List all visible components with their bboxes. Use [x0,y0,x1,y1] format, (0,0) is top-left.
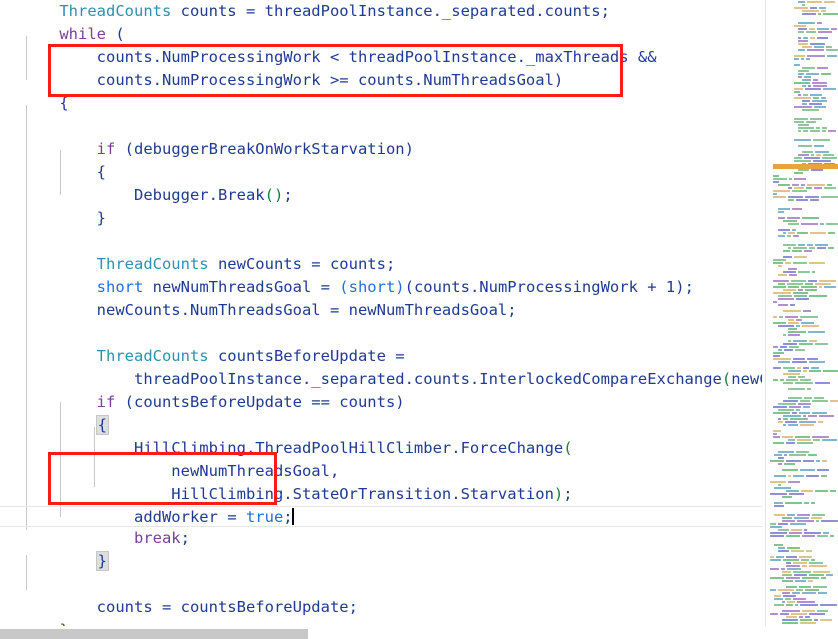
code-token: { [22,94,69,112]
code-token: (countsBeforeUpdate == counts) [115,393,405,411]
code-token: ); [675,278,694,296]
code-token: ) [553,485,564,503]
code-editor-window: ThreadCounts counts = threadPoolInstance… [0,0,838,639]
code-token: if [96,393,116,411]
code-line[interactable]: } [0,207,762,230]
code-line[interactable]: if (countsBeforeUpdate == counts) [0,391,762,414]
code-line[interactable]: } [0,619,762,626]
code-token: threadPoolInstance._separated.counts.Int… [22,370,722,388]
code-line[interactable]: HillClimbing.ThreadPoolHillClimber.Force… [0,437,762,460]
code-token: ThreadCounts [96,347,209,365]
code-token: } [22,209,106,227]
code-line[interactable]: { [0,92,762,115]
code-token: HillClimbing.StateOrTransition.Starvatio… [22,485,554,503]
code-line[interactable]: } [0,550,762,573]
code-token: ( [563,439,573,457]
code-line[interactable]: break; [0,527,762,550]
minimap-token [800,621,816,624]
code-line[interactable] [0,230,762,253]
minimap-position-marker [773,164,838,169]
code-token: (counts.NumProcessingWork + [404,278,666,296]
code-token: counts = countsBeforeUpdate; [22,598,358,616]
matching-brace: { [95,415,110,435]
code-line[interactable]: ThreadCounts newCounts = counts; [0,253,762,276]
minimap-line [766,621,838,624]
minimap[interactable] [765,0,838,626]
code-line[interactable] [0,322,762,345]
code-editor-surface[interactable]: ThreadCounts counts = threadPoolInstance… [0,0,762,626]
code-token: while [59,25,106,43]
code-line[interactable]: while ( [0,23,762,46]
code-token: 1 [665,278,676,296]
code-token: ; [283,186,293,204]
code-token: counts.NumProcessingWork < threadPoolIns… [22,48,657,66]
code-line[interactable]: { [0,161,762,184]
horizontal-scrollbar[interactable] [0,628,762,639]
code-line[interactable]: Debugger.Break(); [0,184,762,207]
code-token: true [245,508,284,526]
code-token: (short) [339,278,405,296]
code-token: countsBeforeUpdate = [208,347,405,365]
code-token: newCounts [731,370,762,388]
code-token: ( [721,370,732,388]
matching-brace: } [95,551,110,571]
minimap-code-preview [766,0,838,624]
code-token: newNumThreadsGoal = [143,278,340,296]
code-line[interactable]: counts.NumProcessingWork < threadPoolIns… [0,46,762,69]
text-caret [291,508,294,525]
code-token: Debugger.Break [22,186,265,204]
code-token: { [22,163,106,181]
code-line[interactable]: ThreadCounts counts = threadPoolInstance… [0,0,762,23]
code-line[interactable]: { [0,414,762,437]
code-line[interactable]: if (debuggerBreakOnWorkStarvation) [0,138,762,161]
code-token: break [133,529,181,547]
code-token: ( [106,25,125,43]
code-token: if [96,140,116,158]
code-token: newNumThreadsGoal, [22,462,340,480]
code-token: newCounts.NumThreadsGoal = newNumThreads… [22,301,517,319]
horizontal-scrollbar-thumb[interactable] [0,629,308,639]
code-token: newCounts = counts; [208,255,396,273]
code-lines-container[interactable]: ThreadCounts counts = threadPoolInstance… [0,0,762,626]
code-token: addWorker = [22,508,246,526]
code-token: ; [180,529,190,547]
code-line[interactable]: short newNumThreadsGoal = (short)(counts… [0,276,762,299]
code-line[interactable]: HillClimbing.StateOrTransition.Starvatio… [0,483,762,506]
code-token: ; [563,485,573,503]
code-token: (debuggerBreakOnWorkStarvation) [115,140,414,158]
minimap-token [782,621,798,624]
code-token: } [22,621,68,626]
code-token: short [96,278,144,296]
code-line[interactable]: counts.NumProcessingWork >= counts.NumTh… [0,69,762,92]
code-line[interactable]: threadPoolInstance._separated.counts.Int… [0,368,762,391]
code-token: counts.NumProcessingWork >= counts.NumTh… [22,71,564,89]
code-line[interactable] [0,115,762,138]
code-line[interactable]: counts = countsBeforeUpdate; [0,596,762,619]
code-line[interactable]: addWorker = true; [0,506,762,527]
code-line[interactable]: ThreadCounts countsBeforeUpdate = [0,345,762,368]
code-token: HillClimbing.ThreadPoolHillClimber.Force… [22,439,564,457]
code-line[interactable] [0,573,762,596]
code-token: counts = threadPoolInstance._separated.c… [171,2,610,20]
code-line[interactable]: newCounts.NumThreadsGoal = newNumThreads… [0,299,762,322]
code-token: () [264,186,284,204]
code-token: ThreadCounts [96,255,209,273]
code-token: ThreadCounts [59,2,172,20]
code-line[interactable]: newNumThreadsGoal, [0,460,762,483]
